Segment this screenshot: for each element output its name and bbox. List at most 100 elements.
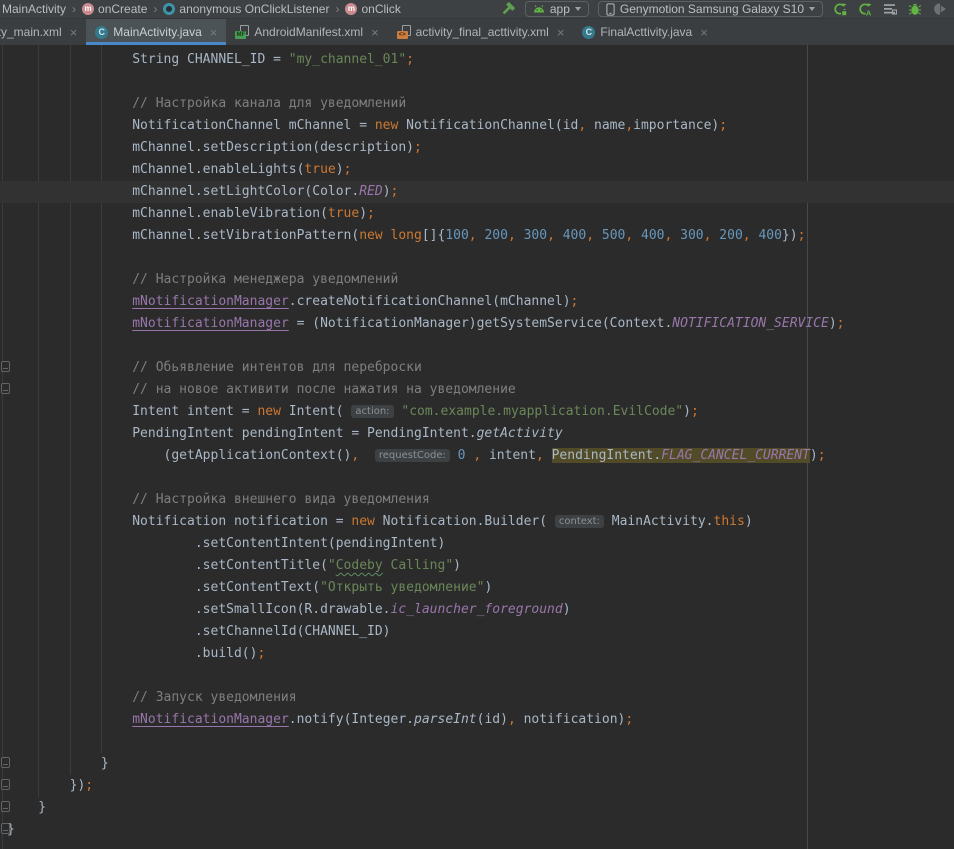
code-segment: importance) bbox=[633, 118, 719, 133]
tab-finalacttivity-java[interactable]: C FinalActtivity.java × bbox=[573, 19, 716, 45]
code-line: Intent intent = new Intent( action: "com… bbox=[0, 401, 954, 423]
code-segment: // Настройка менеджера уведомлений bbox=[7, 272, 398, 287]
code-segment: }) bbox=[7, 778, 85, 793]
code-segment: ; bbox=[406, 52, 414, 67]
code-segment: // Обьявление интентов для переброски bbox=[7, 360, 422, 375]
code-segment: parseInt bbox=[414, 712, 477, 727]
code-segment: requestCode: bbox=[375, 449, 450, 462]
code-segment: new bbox=[351, 514, 374, 529]
code-segment: 0 bbox=[458, 448, 466, 463]
code-segment: mChannel.setLightColor(Color. bbox=[7, 184, 359, 199]
code-segment: name bbox=[586, 118, 625, 133]
code-editor[interactable]: String CHANNEL_ID = "my_channel_01"; // … bbox=[0, 45, 954, 849]
code-segment bbox=[7, 712, 132, 727]
code-segment: MainActivity. bbox=[604, 514, 714, 529]
editor-tab-bar: ity_main.xml×CMainActivity.java×MFAndroi… bbox=[0, 19, 954, 45]
code-segment: // Настройка канала для уведомлений bbox=[7, 96, 406, 111]
tab-label: activity_final_acttivity.xml bbox=[416, 25, 549, 39]
code-segment: ; bbox=[257, 646, 265, 661]
code-segment: Calling" bbox=[383, 558, 453, 573]
code-segment: ; bbox=[719, 118, 727, 133]
code-area[interactable]: String CHANNEL_ID = "my_channel_01"; // … bbox=[0, 49, 954, 841]
code-segment: ) bbox=[383, 184, 391, 199]
tab-ity-main-xml[interactable]: ity_main.xml× bbox=[0, 19, 86, 45]
code-segment: 400 bbox=[563, 228, 586, 243]
breadcrumb-label: onCreate bbox=[98, 2, 147, 16]
code-segment: new bbox=[375, 118, 398, 133]
code-segment bbox=[359, 448, 375, 463]
code-segment: (getApplicationContext() bbox=[7, 448, 351, 463]
code-segment: ) bbox=[810, 448, 818, 463]
tab-mainactivity-java[interactable]: CMainActivity.java× bbox=[86, 19, 226, 45]
tab-label: FinalActtivity.java bbox=[600, 25, 692, 39]
code-segment: ; bbox=[625, 712, 633, 727]
chevron-down-icon bbox=[575, 7, 581, 11]
code-segment: true bbox=[304, 162, 335, 177]
code-segment: ) bbox=[336, 162, 344, 177]
code-line bbox=[0, 335, 954, 357]
close-tab-icon[interactable]: × bbox=[557, 25, 565, 40]
code-line: .setSmallIcon(R.drawable.ic_launcher_for… bbox=[0, 599, 954, 621]
close-tab-icon[interactable]: × bbox=[371, 25, 379, 40]
fold-marker-icon[interactable] bbox=[1, 823, 10, 834]
code-segment bbox=[516, 228, 524, 243]
fold-marker-icon[interactable] bbox=[1, 779, 10, 790]
code-line: .build(); bbox=[0, 643, 954, 665]
build-button[interactable] bbox=[500, 1, 516, 17]
code-line bbox=[0, 731, 954, 753]
code-segment: NotificationChannel mChannel = bbox=[7, 118, 375, 133]
run-configuration-select[interactable]: app bbox=[525, 1, 589, 17]
apply-changes-button[interactable] bbox=[832, 1, 848, 17]
fold-marker-icon[interactable] bbox=[1, 801, 10, 812]
code-segment: 300 bbox=[524, 228, 547, 243]
breadcrumb-item-onclick[interactable]: monClick bbox=[345, 2, 400, 16]
code-segment: = (NotificationManager)getSystemService(… bbox=[289, 316, 673, 331]
debug-button[interactable] bbox=[907, 1, 923, 17]
code-segment: ; bbox=[391, 184, 399, 199]
apply-code-changes-icon: A bbox=[858, 2, 872, 16]
close-tab-icon[interactable]: × bbox=[700, 25, 708, 40]
code-line bbox=[0, 467, 954, 489]
profile-app-icon bbox=[933, 2, 947, 16]
code-segment: , bbox=[508, 228, 516, 243]
breadcrumb-item-oncreate[interactable]: m onCreate bbox=[82, 2, 147, 16]
tab-activity-final-acttivity-xml[interactable]: <>activity_final_acttivity.xml× bbox=[388, 19, 574, 45]
profile-app-button[interactable] bbox=[932, 1, 948, 17]
code-segment: ) bbox=[484, 580, 492, 595]
code-segment: ic_launcher_foreground bbox=[391, 602, 563, 617]
java-class-icon: C bbox=[95, 26, 108, 39]
close-tab-icon[interactable]: × bbox=[70, 25, 78, 40]
breadcrumb-label: onClick bbox=[361, 2, 400, 16]
close-tab-icon[interactable]: × bbox=[210, 25, 218, 40]
fold-marker-icon[interactable] bbox=[1, 383, 10, 394]
code-segment: ) bbox=[745, 514, 753, 529]
fold-marker-icon[interactable] bbox=[1, 757, 10, 768]
code-line: } bbox=[0, 819, 954, 841]
device-select[interactable]: Genymotion Samsung Galaxy S10 bbox=[598, 1, 823, 17]
breadcrumb-item-anonymous[interactable]: anonymous OnClickListener bbox=[163, 2, 329, 16]
java-class-icon: C bbox=[582, 26, 595, 39]
code-segment bbox=[7, 294, 132, 309]
code-segment: // на новое активити после нажатия на ув… bbox=[7, 382, 516, 397]
method-icon: m bbox=[82, 3, 94, 15]
code-line: mNotificationManager.notify(Integer.pars… bbox=[0, 709, 954, 731]
code-segment: NOTIFICATION_SERVICE bbox=[672, 316, 829, 331]
code-segment: 300 bbox=[680, 228, 703, 243]
code-line: mChannel.enableLights(true); bbox=[0, 159, 954, 181]
tab-androidmanifest-xml[interactable]: MFAndroidManifest.xml× bbox=[226, 19, 387, 45]
code-segment: ; bbox=[414, 140, 422, 155]
code-segment bbox=[450, 448, 458, 463]
code-segment: // Запуск уведомления bbox=[7, 690, 297, 705]
code-segment: .createNotificationChannel(mChannel) bbox=[289, 294, 571, 309]
breadcrumb-item-mainactivity[interactable]: MainActivity bbox=[2, 2, 66, 16]
code-segment: .build() bbox=[7, 646, 257, 661]
fold-marker-icon[interactable] bbox=[1, 361, 10, 372]
chevron-down-icon bbox=[809, 7, 815, 11]
code-line: }); bbox=[0, 775, 954, 797]
code-segment: mChannel.enableLights( bbox=[7, 162, 304, 177]
code-segment: mNotificationManager bbox=[132, 294, 289, 309]
apply-code-changes-button[interactable]: A bbox=[857, 1, 873, 17]
code-line: .setChannelId(CHANNEL_ID) bbox=[0, 621, 954, 643]
run-configuration-label: app bbox=[550, 2, 570, 16]
profiler-button[interactable] bbox=[882, 1, 898, 17]
